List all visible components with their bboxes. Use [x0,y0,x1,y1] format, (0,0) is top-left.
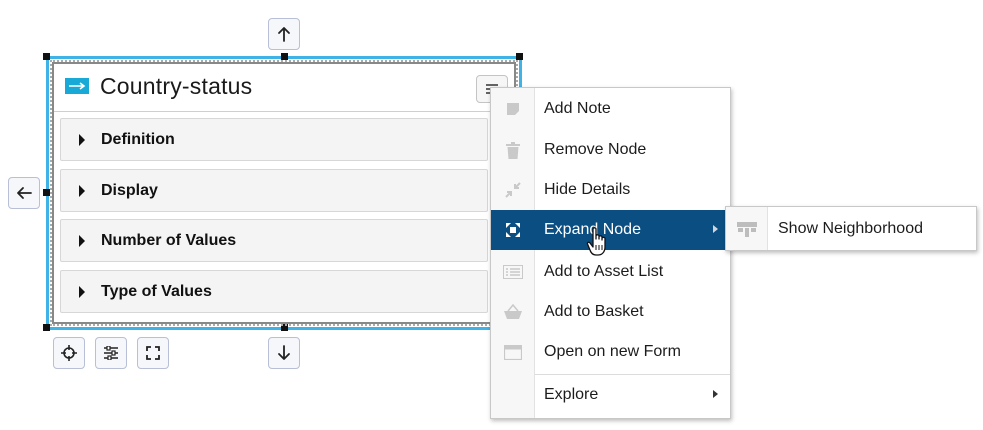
submenu-item-show-neighborhood[interactable]: Show Neighborhood [778,220,923,238]
list-icon [503,263,523,281]
resize-handle[interactable] [281,53,288,60]
menu-item-label: Explore [544,386,599,403]
menu-item-label: Remove Node [544,141,647,158]
node-title: Country-status [100,73,253,99]
menu-item-hide-details[interactable]: Hide Details [491,170,730,210]
submenu: Show Neighborhood [725,206,977,251]
menu-item-label: Add to Asset List [544,263,664,280]
fullscreen-icon [146,346,160,360]
collapse-icon [503,181,523,199]
window-icon [503,343,523,361]
hand-cursor-icon [586,226,612,258]
caret-right-icon [79,235,85,247]
move-left-button[interactable] [8,177,40,209]
focus-button[interactable] [53,337,85,369]
arrow-left-icon [17,187,32,199]
trash-icon [503,141,523,159]
sliders-icon [104,346,118,360]
caret-right-icon [79,185,85,197]
resize-handle[interactable] [516,53,523,60]
submenu-arrow-icon [713,225,718,233]
section-label: Type of Values [101,283,212,300]
resize-handle[interactable] [43,324,50,331]
menu-item-remove-node[interactable]: Remove Node [491,130,730,170]
arrow-down-icon [278,345,290,360]
menu-item-explore[interactable]: Explore [491,375,730,415]
menu-item-label: Add to Basket [544,303,644,320]
menu-item-label: Open on new Form [544,343,681,360]
hierarchy-icon [737,220,757,238]
resize-handle[interactable] [43,53,50,60]
section-label: Definition [101,131,175,148]
caret-right-icon [79,134,85,146]
canvas: Country-status Definition Display Number… [0,0,983,430]
submenu-arrow-icon [713,390,718,398]
caret-right-icon [79,286,85,298]
resize-handle[interactable] [43,189,50,196]
crosshair-icon [61,345,77,361]
settings-button[interactable] [95,337,127,369]
section-label: Display [101,182,158,199]
move-down-button[interactable] [268,337,300,369]
resize-handle[interactable] [281,324,288,331]
section-label: Number of Values [101,232,237,249]
menu-item-label: Hide Details [544,181,631,198]
fullscreen-button[interactable] [137,337,169,369]
section-type-of-values[interactable]: Type of Values [60,270,488,313]
menu-item-add-note[interactable]: Add Note [491,89,730,129]
menu-item-label: Add Note [544,100,611,117]
arrow-up-icon [278,27,290,42]
note-icon [503,100,523,118]
expand-icon [503,221,523,239]
section-definition[interactable]: Definition [60,118,488,161]
menu-item-open-on-new-form[interactable]: Open on new Form [491,332,730,372]
node-card[interactable]: Country-status Definition Display Number… [50,60,518,326]
menu-item-add-to-basket[interactable]: Add to Basket [491,292,730,332]
basket-icon [503,303,523,321]
arrow-right-icon [65,78,89,94]
section-number-of-values[interactable]: Number of Values [60,219,488,262]
node-header: Country-status [54,64,514,112]
section-display[interactable]: Display [60,169,488,212]
move-up-button[interactable] [268,18,300,50]
